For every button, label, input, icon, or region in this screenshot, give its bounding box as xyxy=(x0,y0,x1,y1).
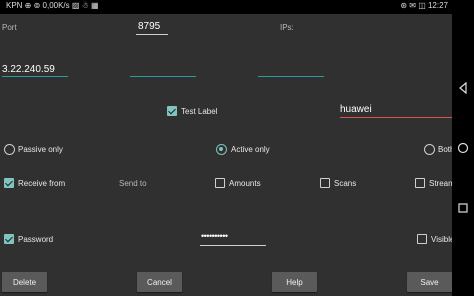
send-to-label: Send to xyxy=(119,179,147,188)
password-input[interactable]: •••••••••• xyxy=(201,231,228,241)
scans-checkbox[interactable] xyxy=(320,178,330,188)
port-input-underline xyxy=(136,34,168,35)
navigation-bar xyxy=(452,14,474,296)
name-input-underline xyxy=(340,117,452,118)
name-input[interactable]: huawei xyxy=(340,104,372,115)
cancel-button[interactable]: Cancel xyxy=(137,272,182,292)
stream-checkbox[interactable] xyxy=(415,178,425,188)
port-label: Port xyxy=(2,23,17,32)
recents-icon[interactable] xyxy=(457,202,469,214)
settings-panel: Port 8795 IPs: 3.22.240.59 Test Label hu… xyxy=(0,14,452,296)
status-bar: KPN ⊕ ⊚ 0,00K/s ▨ ☃ ▦ ⊛ ✉ ◫ 12:27 xyxy=(0,0,474,14)
active-only-radio[interactable] xyxy=(216,144,227,155)
visible-label: Visible xyxy=(431,235,452,244)
ip-input-1[interactable]: 3.22.240.59 xyxy=(2,64,55,75)
back-icon[interactable] xyxy=(457,82,469,94)
password-input-underline xyxy=(200,245,266,246)
status-bar-left: KPN ⊕ ⊚ 0,00K/s ▨ ☃ ▦ xyxy=(6,1,99,10)
help-button[interactable]: Help xyxy=(272,272,317,292)
ip-input-2[interactable] xyxy=(130,76,196,77)
visible-checkbox[interactable] xyxy=(417,234,427,244)
receive-from-label: Receive from xyxy=(18,179,66,188)
amounts-label: Amounts xyxy=(229,179,261,188)
password-label: Password xyxy=(18,235,54,244)
password-checkbox[interactable] xyxy=(4,234,14,244)
passive-only-label: Passive only xyxy=(18,145,63,154)
ip-input-1-underline xyxy=(2,76,68,77)
scans-label: Scans xyxy=(334,179,357,188)
ip-input-3[interactable] xyxy=(258,76,324,77)
active-only-label: Active only xyxy=(231,145,270,154)
both-radio[interactable] xyxy=(424,144,435,155)
status-bar-right: ⊛ ✉ ◫ 12:27 xyxy=(400,1,448,10)
both-label: Both xyxy=(438,145,452,154)
save-button[interactable]: Save xyxy=(407,272,452,292)
passive-only-radio[interactable] xyxy=(4,144,15,155)
amounts-checkbox[interactable] xyxy=(215,178,225,188)
test-label-checkbox[interactable] xyxy=(167,106,177,116)
stream-label: Stream xyxy=(429,179,452,188)
receive-from-checkbox[interactable] xyxy=(4,178,14,188)
test-label-text: Test Label xyxy=(181,107,218,116)
home-icon[interactable] xyxy=(457,142,469,154)
delete-button[interactable]: Delete xyxy=(2,272,47,292)
ips-label: IPs: xyxy=(280,23,294,32)
port-input[interactable]: 8795 xyxy=(138,21,160,32)
